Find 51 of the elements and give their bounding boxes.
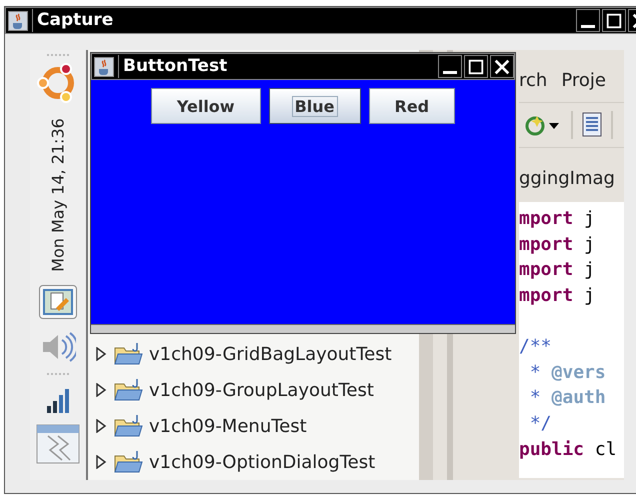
code-line: /**	[519, 336, 552, 358]
maximize-button[interactable]	[602, 9, 626, 32]
maximize-icon	[467, 58, 485, 76]
minimize-button[interactable]	[438, 55, 462, 78]
window-title: ButtonTest	[118, 55, 434, 78]
project-name: v1ch09-GroupLayoutTest	[149, 380, 374, 400]
java-cup-icon	[94, 56, 114, 76]
project-tree-item[interactable]: v1ch09-OptionDialogTest	[95, 444, 419, 480]
project-tree-item[interactable]: v1ch09-GridBagLayoutTest	[95, 336, 419, 372]
project-folder-icon	[113, 342, 143, 366]
clock[interactable]: Mon May 14, 21:36	[48, 118, 68, 272]
code-line: mport j	[519, 259, 595, 280]
code-line: mport j	[519, 208, 595, 230]
project-name: v1ch09-GridBagLayoutTest	[149, 344, 392, 364]
code-line: */	[528, 413, 552, 434]
minimize-icon	[581, 25, 595, 28]
project-tree-item[interactable]: v1ch09-GroupLayoutTest	[95, 372, 419, 408]
editor-tab[interactable]: ggingImag	[519, 160, 624, 196]
window-title: Capture	[32, 9, 572, 32]
minimize-icon	[443, 71, 457, 74]
speaker-icon[interactable]	[40, 331, 76, 363]
project-folder-icon	[113, 414, 143, 438]
code-line: * @auth	[528, 387, 606, 408]
menu-item[interactable]: Proje	[561, 70, 606, 90]
document-list-icon[interactable]	[581, 112, 603, 138]
signal-bars-icon[interactable]	[46, 388, 70, 414]
window-switcher-icon[interactable]	[36, 424, 80, 464]
close-button[interactable]	[490, 55, 514, 78]
edit-applet-icon[interactable]	[39, 285, 77, 319]
color-button[interactable]: Yellow	[150, 88, 261, 124]
expand-arrow-icon[interactable]	[95, 455, 107, 469]
project-folder-icon	[113, 378, 143, 402]
expand-arrow-icon[interactable]	[95, 347, 107, 361]
color-button[interactable]: Blue	[268, 88, 360, 124]
expand-arrow-icon[interactable]	[95, 383, 107, 397]
minimize-button[interactable]	[576, 9, 600, 32]
color-button[interactable]: Red	[368, 88, 456, 124]
code-line: mport j	[519, 234, 595, 255]
code-line: * @vers	[528, 362, 606, 383]
project-tree-item[interactable]: v1ch09-MenuTest	[95, 408, 419, 444]
java-cup-icon	[8, 10, 28, 30]
expand-arrow-icon[interactable]	[95, 419, 107, 433]
project-name: v1ch09-OptionDialogTest	[149, 452, 376, 472]
code-line: public cl	[519, 438, 617, 460]
project-name: v1ch09-MenuTest	[149, 416, 307, 436]
code-line: mport j	[519, 285, 595, 306]
close-icon	[493, 58, 511, 76]
menu-item[interactable]: rch	[519, 70, 548, 90]
maximize-button[interactable]	[464, 55, 488, 78]
maximize-icon	[605, 12, 623, 30]
project-folder-icon	[113, 450, 143, 474]
